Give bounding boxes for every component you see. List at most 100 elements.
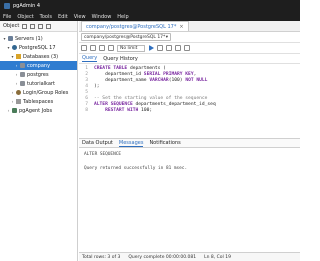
status-bar: Total rows: 3 of 3 Query complete 00:00:… <box>79 252 300 261</box>
search-icon[interactable] <box>46 23 52 29</box>
menu-tools[interactable]: Tools <box>40 14 52 20</box>
tree-item-label: postgres <box>27 71 49 78</box>
limit-select[interactable]: No limit <box>117 44 145 52</box>
status-rows: Total rows: 3 of 3 <box>82 254 121 260</box>
query-tool-icon[interactable] <box>38 23 44 29</box>
tablespaces-icon <box>16 99 21 104</box>
tree-item-company[interactable]: › company <box>0 61 77 70</box>
tree-item-tablespaces[interactable]: › Tablespaces <box>0 97 77 106</box>
sql-token: department_id <box>94 72 144 77</box>
menu-file[interactable]: File <box>3 14 11 20</box>
output-tabs: Data Output Messages Notifications <box>79 138 300 148</box>
save-icon[interactable] <box>90 45 96 51</box>
sql-keyword: VARCHAR <box>149 78 169 83</box>
explain-icon[interactable] <box>166 45 172 51</box>
edit-icon[interactable] <box>99 45 105 51</box>
editor-tab-label: company/postgres@PostgreSQL 17* <box>86 23 177 30</box>
menu-edit[interactable]: Edit <box>58 14 68 20</box>
editor-tab[interactable]: company/postgres@PostgreSQL 17* × <box>81 21 189 31</box>
sql-keyword: SERIAL PRIMARY KEY <box>143 72 194 77</box>
tree-item-label: Login/Group Roles <box>23 89 69 96</box>
tree-item-login-group-roles[interactable]: › Login/Group Roles <box>0 88 77 97</box>
sql-token: (100) <box>168 78 186 83</box>
sql-comment: -- Set the starting value of the sequenc… <box>94 96 208 101</box>
menu-help[interactable]: Help <box>117 14 128 20</box>
server-icon <box>8 36 13 41</box>
tab-notifications[interactable]: Notifications <box>149 140 180 146</box>
open-file-icon[interactable] <box>81 45 87 51</box>
browser-tree: ▾ Servers (1) ▾ PostgreSQL 17 ▾ Database… <box>0 32 77 115</box>
tree-item-pgagent-jobs[interactable]: › pgAgent Jobs <box>0 106 77 115</box>
tree-item-label: PostgreSQL 17 <box>19 44 56 51</box>
sql-token: departments ( <box>129 66 166 71</box>
sql-keyword: CREATE TABLE <box>94 66 130 71</box>
tab-messages[interactable]: Messages <box>118 140 144 147</box>
sql-token: department_name <box>94 78 150 83</box>
line-number: 8 <box>85 108 88 113</box>
window-title: pgAdmin 4 <box>13 3 41 9</box>
sql-editor[interactable]: 1 CREATE TABLE departments (2 department_… <box>79 64 300 138</box>
messages-panel: ALTER SEQUENCE Query returned successful… <box>79 148 300 230</box>
status-query: Query complete 00:00:00.081 <box>128 254 197 260</box>
object-explorer-toolbar: Object <box>0 21 77 32</box>
chevron-right-icon[interactable]: › <box>6 108 11 113</box>
databases-icon <box>16 54 21 59</box>
sql-keyword: RESTART WITH <box>105 108 142 113</box>
query-subtabs: Query Query History <box>79 54 300 64</box>
tree-item-label: tutorialkart <box>27 80 55 87</box>
status-position: Ln 8, Col 19 <box>204 254 231 260</box>
database-icon <box>20 63 25 68</box>
code-text: ); <box>94 84 100 90</box>
roles-icon <box>16 90 21 95</box>
tree-item-postgres[interactable]: › postgres <box>0 70 77 79</box>
connection-select[interactable]: company/postgres@PostgreSQL 17* ▾ <box>81 33 171 41</box>
chevron-right-icon[interactable]: › <box>10 99 15 104</box>
chevron-down-icon[interactable]: ▾ <box>2 36 7 41</box>
table-toolbar-icon[interactable] <box>30 23 36 29</box>
chevron-right-icon[interactable]: › <box>14 63 19 68</box>
close-icon[interactable]: × <box>179 24 183 30</box>
menu-object[interactable]: Object <box>17 14 33 20</box>
commit-icon[interactable] <box>175 45 181 51</box>
chevron-down-icon: ▾ <box>165 34 168 40</box>
agent-icon <box>12 108 17 113</box>
message-line: ALTER SEQUENCE <box>84 152 122 157</box>
tab-data-output[interactable]: Data Output <box>82 140 113 146</box>
database-toolbar-icon[interactable] <box>22 23 28 29</box>
sql-token: , <box>193 72 197 77</box>
tree-item-label: company <box>27 62 51 69</box>
object-explorer-label: Object <box>3 23 20 29</box>
code-text: department_name VARCHAR(100) NOT NULL <box>94 78 207 84</box>
menu-window[interactable]: Window <box>92 14 112 20</box>
rollback-icon[interactable] <box>184 45 190 51</box>
tree-item-postgresql-17[interactable]: ▾ PostgreSQL 17 <box>0 43 77 52</box>
sql-token: ); <box>94 84 100 89</box>
tree-item-databases[interactable]: ▾ Databases (3) <box>0 52 77 61</box>
tree-item-label: Tablespaces <box>23 98 54 105</box>
query-tool-panel: company/postgres@PostgreSQL 17* × compan… <box>79 21 300 261</box>
chevron-right-icon[interactable]: › <box>14 72 19 77</box>
chevron-down-icon[interactable]: ▾ <box>6 45 11 50</box>
menu-view[interactable]: View <box>74 14 86 20</box>
execute-icon[interactable] <box>149 45 154 51</box>
tab-query[interactable]: Query <box>82 55 98 62</box>
tree-item-label: Databases (3) <box>23 53 59 60</box>
chevron-down-icon[interactable]: ▾ <box>10 54 15 59</box>
code-line: 8 RESTART WITH 100; <box>79 108 300 114</box>
chevron-right-icon[interactable]: › <box>10 90 15 95</box>
database-icon <box>20 72 25 77</box>
chevron-right-icon[interactable]: › <box>14 81 19 86</box>
sql-keyword: NOT NULL <box>185 78 208 83</box>
title-bar: pgAdmin 4 <box>0 0 300 12</box>
sql-keyword: ALTER SEQUENCE <box>94 102 136 107</box>
tree-item-servers[interactable]: ▾ Servers (1) <box>0 34 77 43</box>
editor-tab-bar: company/postgres@PostgreSQL 17* × <box>79 21 300 32</box>
filter-icon[interactable] <box>108 45 114 51</box>
menu-bar: File Object Tools Edit View Window Help <box>0 12 300 21</box>
connection-value: company/postgres@PostgreSQL 17* <box>84 34 166 40</box>
limit-value: No limit <box>120 45 138 51</box>
tree-item-tutorialkart[interactable]: › tutorialkart <box>0 79 77 88</box>
tab-query-history[interactable]: Query History <box>103 56 138 62</box>
stop-icon[interactable] <box>157 45 163 51</box>
